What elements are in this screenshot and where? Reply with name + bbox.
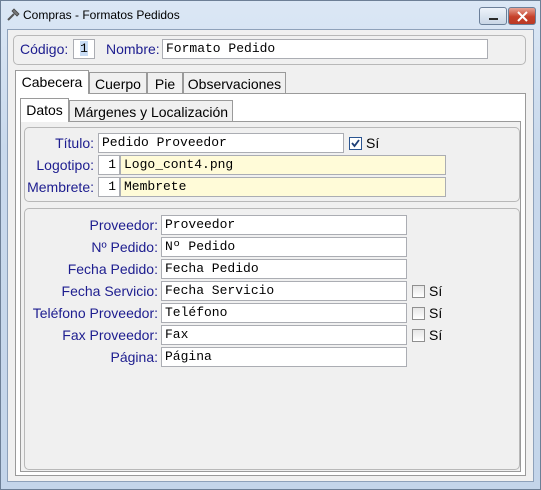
pagina-label: Página: [110, 349, 158, 365]
telefono-check-label: Sí [429, 305, 443, 321]
tab-cabecera[interactable]: Cabecera [15, 70, 89, 94]
logotipo-field[interactable]: Logo_cont4.png [120, 155, 446, 175]
npedido-label: Nº Pedido: [91, 239, 158, 255]
fax-field[interactable]: Fax [161, 325, 407, 345]
telefono-label: Teléfono Proveedor: [32, 305, 158, 321]
codigo-label: Código: [20, 41, 69, 57]
titulo-field[interactable]: Pedido Proveedor [98, 133, 344, 153]
fax-checkbox[interactable] [412, 329, 425, 342]
fechapedido-field[interactable]: Fecha Pedido [161, 259, 407, 279]
fechaservicio-label: Fecha Servicio: [61, 283, 158, 299]
checkmark-icon [351, 139, 360, 148]
membrete-num-field[interactable]: 1 [98, 177, 120, 197]
close-button[interactable] [508, 7, 536, 25]
fechaservicio-checkbox[interactable] [412, 285, 425, 298]
logotipo-num-field[interactable]: 1 [98, 155, 120, 175]
fechaservicio-check-label: Sí [429, 283, 443, 299]
titulo-checkbox[interactable] [349, 137, 362, 150]
window-title: Compras - Formatos Pedidos [23, 8, 180, 22]
nombre-field[interactable]: Formato Pedido [162, 39, 488, 59]
membrete-field[interactable]: Membrete [120, 177, 446, 197]
fechapedido-label: Fecha Pedido: [67, 261, 158, 277]
tab-observaciones[interactable]: Observaciones [183, 72, 286, 94]
fax-label: Fax Proveedor: [62, 327, 158, 343]
tab-cuerpo[interactable]: Cuerpo [89, 72, 147, 94]
codigo-field[interactable]: 1 [73, 39, 95, 59]
fax-check-label: Sí [429, 327, 443, 343]
close-icon [517, 11, 528, 22]
titulo-check-label: Sí [366, 135, 380, 151]
minimize-button[interactable] [479, 7, 507, 25]
telefono-checkbox[interactable] [412, 307, 425, 320]
proveedor-label: Proveedor: [89, 217, 158, 233]
tab-margenes[interactable]: Márgenes y Localización [69, 100, 233, 122]
minimize-icon [489, 18, 498, 20]
fechaservicio-field[interactable]: Fecha Servicio [161, 281, 407, 301]
nombre-label: Nombre: [106, 41, 160, 57]
title-bar[interactable]: Compras - Formatos Pedidos [1, 1, 540, 29]
logotipo-label: Logotipo: [36, 157, 94, 173]
telefono-field[interactable]: Teléfono [161, 303, 407, 323]
proveedor-field[interactable]: Proveedor [161, 215, 407, 235]
membrete-label: Membrete: [27, 179, 94, 195]
tab-datos[interactable]: Datos [20, 98, 69, 122]
codigo-value: 1 [80, 41, 88, 56]
pagina-field[interactable]: Página [161, 347, 407, 367]
titulo-label: Título: [55, 135, 94, 151]
hammer-icon [7, 8, 20, 21]
npedido-field[interactable]: Nº Pedido [161, 237, 407, 257]
tab-pie[interactable]: Pie [147, 72, 183, 94]
